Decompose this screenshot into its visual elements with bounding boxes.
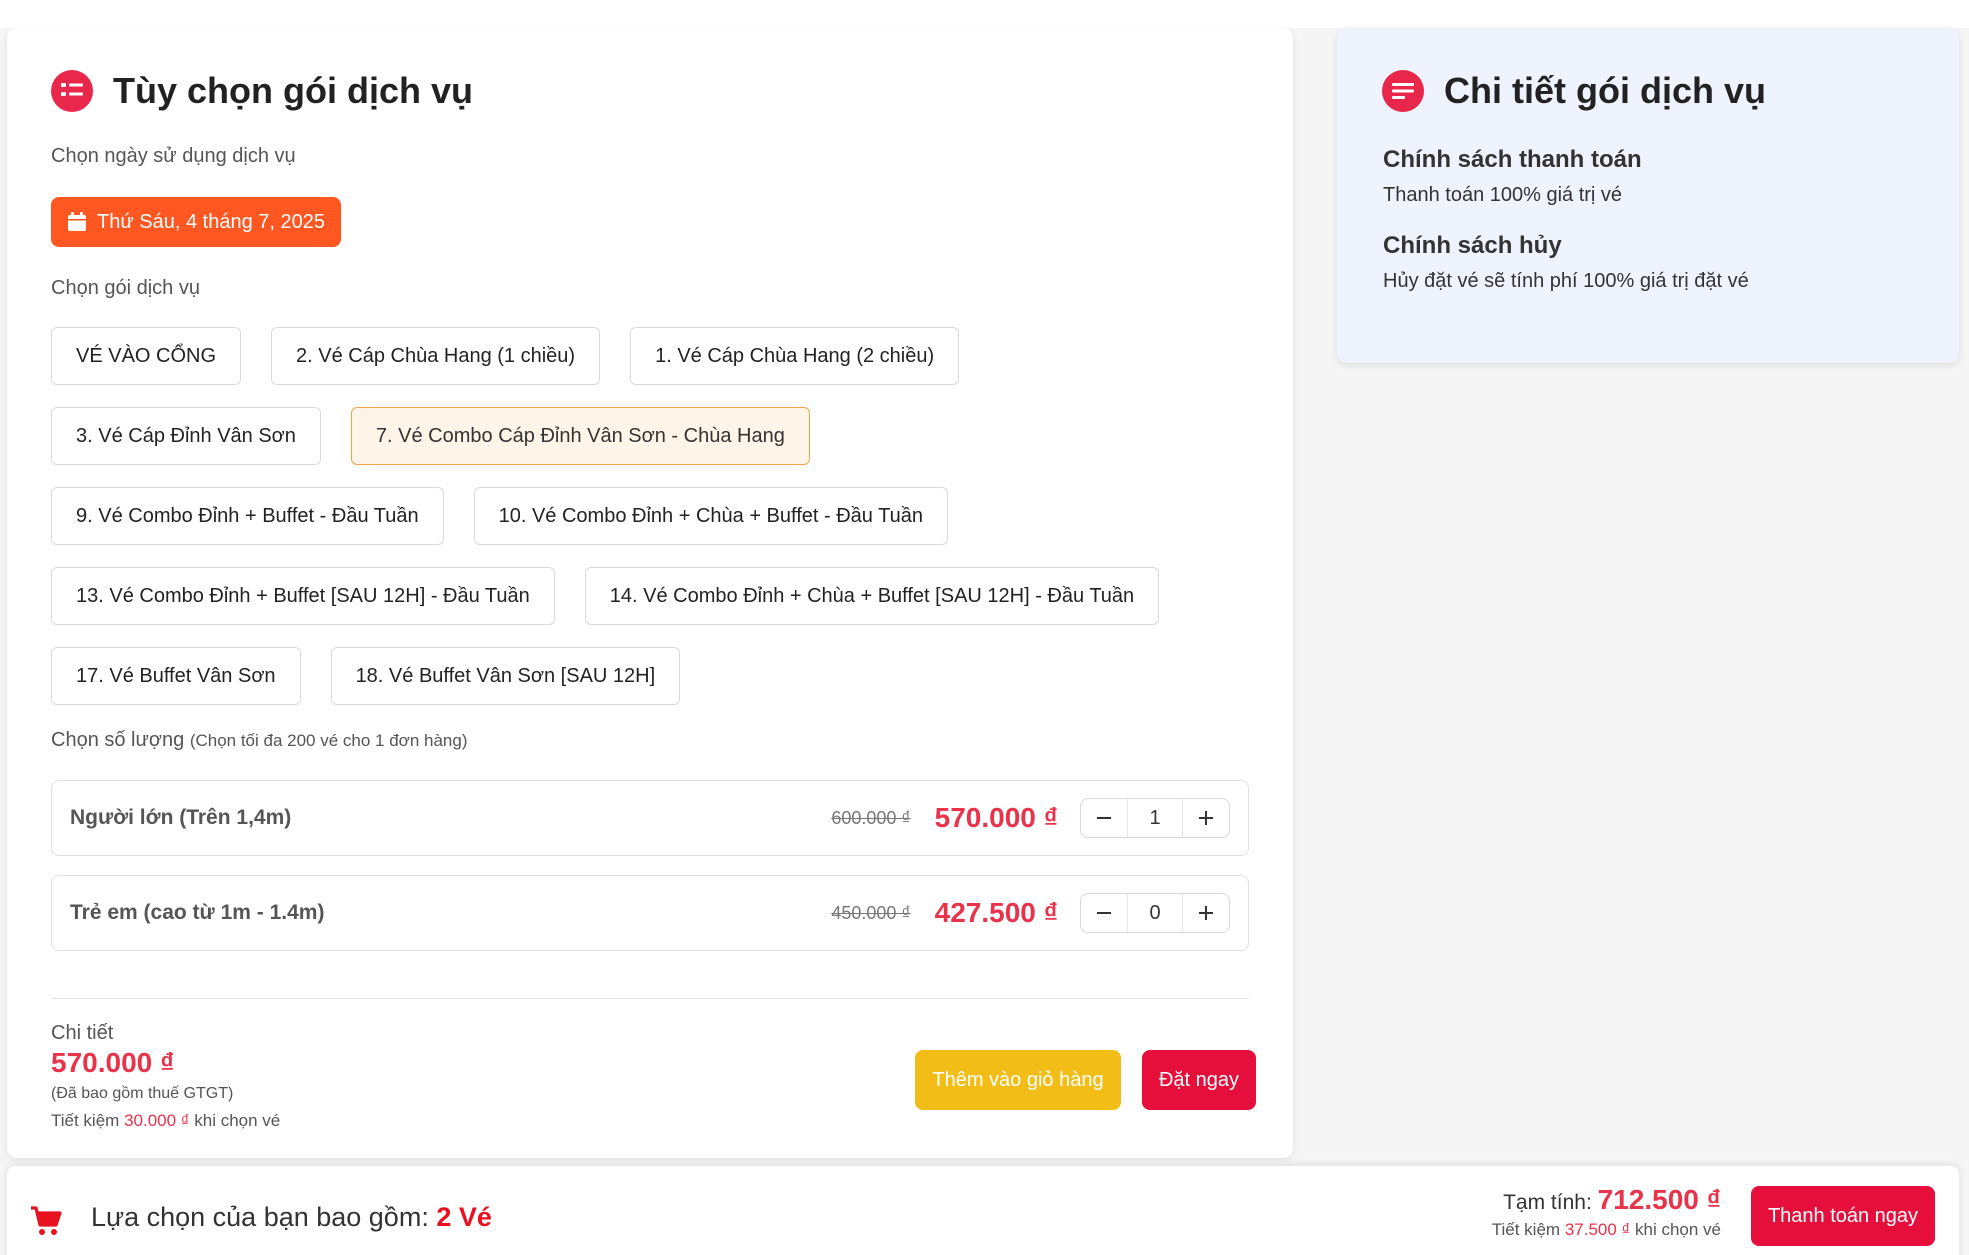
details-title: Chi tiết gói dịch vụ <box>1444 70 1766 111</box>
discount-price: 427.500 ₫ <box>934 897 1058 928</box>
quantity-label: Chọn số lượng (Chọn tối đa 200 vé cho 1 … <box>51 729 467 752</box>
package-option[interactable]: VÉ VÀO CỔNG <box>51 327 242 385</box>
cancel-policy-text: Hủy đặt vé sẽ tính phí 100% giá trị đặt … <box>1383 270 1749 292</box>
savings-note: Tiết kiệm 30.000 ₫ khi chọn vé <box>51 1111 281 1130</box>
subtotal-label: Tạm tính: <box>1503 1191 1592 1214</box>
selection-count: 2 Vé <box>436 1202 492 1232</box>
date-label: Chọn ngày sử dụng dịch vụ <box>51 145 296 167</box>
subtotal-value: 712.500 ₫ <box>1597 1184 1721 1215</box>
package-option[interactable]: 1. Vé Cáp Chùa Hang (2 chiều) <box>630 327 960 385</box>
plus-icon[interactable] <box>1183 799 1229 837</box>
checkout-bar: Lựa chọn của bạn bao gồm: 2 Vé Tạm tính:… <box>7 1166 1959 1255</box>
savings-amount: 30.000 ₫ <box>124 1111 190 1130</box>
quantity-hint: (Chọn tối đa 200 vé cho 1 đơn hàng) <box>189 731 468 750</box>
package-option[interactable]: 13. Vé Combo Đỉnh + Buffet [SAU 12H] - Đ… <box>51 567 555 625</box>
package-option[interactable]: 14. Vé Combo Đỉnh + Chùa + Buffet [SAU 1… <box>584 567 1160 625</box>
package-label: Chọn gói dịch vụ <box>51 277 200 299</box>
ticket-type-label: Trẻ em (cao từ 1m - 1.4m) <box>70 901 325 924</box>
cart-icon <box>29 1205 63 1242</box>
minus-icon[interactable] <box>1081 894 1127 932</box>
subtotal-block: Tạm tính: 712.500 ₫ Tiết kiệm 37.500 ₫ k… <box>1492 1184 1721 1240</box>
options-header: Tùy chọn gói dịch vụ <box>51 70 473 112</box>
subtotal-savings: Tiết kiệm 37.500 ₫ khi chọn vé <box>1491 1220 1721 1239</box>
quantity-stepper: 1 <box>1080 798 1230 838</box>
pay-now-button[interactable]: Thanh toán ngay <box>1751 1186 1935 1246</box>
calendar-icon <box>68 212 86 231</box>
plus-icon[interactable] <box>1183 894 1229 932</box>
details-header: Chi tiết gói dịch vụ <box>1382 70 1766 112</box>
package-option[interactable]: 3. Vé Cáp Đỉnh Vân Sơn <box>51 407 321 465</box>
package-option[interactable]: 9. Vé Combo Đỉnh + Buffet - Đầu Tuần <box>51 487 444 545</box>
payment-policy-title: Chính sách thanh toán <box>1383 146 1642 173</box>
service-options-card: Tùy chọn gói dịch vụ Chọn ngày sử dụng d… <box>7 28 1293 1158</box>
notes-icon <box>1382 70 1424 112</box>
ticket-type-label: Người lớn (Trên 1,4m) <box>70 806 292 829</box>
detail-label: Chi tiết <box>51 1022 114 1044</box>
cancel-policy-title: Chính sách hủy <box>1383 232 1562 259</box>
book-now-button[interactable]: Đặt ngay <box>1142 1050 1256 1110</box>
date-value: Thứ Sáu, 4 tháng 7, 2025 <box>97 210 325 233</box>
package-option-selected[interactable]: 7. Vé Combo Cáp Đỉnh Vân Sơn - Chùa Hang <box>350 407 810 465</box>
package-option[interactable]: 18. Vé Buffet Vân Sơn [SAU 12H] <box>330 647 681 705</box>
quantity-label-text: Chọn số lượng <box>51 729 185 751</box>
selection-summary: Lựa chọn của bạn bao gồm: 2 Vé <box>91 1202 492 1232</box>
ticket-row-adult: Người lớn (Trên 1,4m) 600.000 ₫ 570.000 … <box>51 780 1249 856</box>
add-to-cart-button[interactable]: Thêm vào giỏ hàng <box>915 1050 1121 1110</box>
quantity-value[interactable]: 1 <box>1127 799 1183 837</box>
service-details-card: Chi tiết gói dịch vụ Chính sách thanh to… <box>1337 28 1959 363</box>
package-option[interactable]: 10. Vé Combo Đỉnh + Chùa + Buffet - Đầu … <box>473 487 948 545</box>
discount-price: 570.000 ₫ <box>934 802 1058 833</box>
list-icon <box>51 70 93 112</box>
package-option[interactable]: 2. Vé Cáp Chùa Hang (1 chiều) <box>271 327 601 385</box>
date-picker-button[interactable]: Thứ Sáu, 4 tháng 7, 2025 <box>51 197 341 247</box>
quantity-stepper: 0 <box>1080 893 1230 933</box>
original-price: 600.000 ₫ <box>831 807 911 828</box>
ticket-row-child: Trẻ em (cao từ 1m - 1.4m) 450.000 ₫ 427.… <box>51 875 1249 951</box>
original-price: 450.000 ₫ <box>831 902 911 923</box>
options-title: Tùy chọn gói dịch vụ <box>113 70 473 111</box>
divider <box>51 998 1249 999</box>
package-grid: VÉ VÀO CỔNG 2. Vé Cáp Chùa Hang (1 chiều… <box>51 327 1251 727</box>
package-option[interactable]: 17. Vé Buffet Vân Sơn <box>51 647 301 705</box>
top-strip <box>0 0 1969 28</box>
vat-note: (Đã bao gồm thuế GTGT) <box>51 1085 234 1102</box>
order-summary: Chi tiết 570.000 ₫ (Đã bao gồm thuế GTGT… <box>51 1022 280 1131</box>
minus-icon[interactable] <box>1081 799 1127 837</box>
payment-policy-text: Thanh toán 100% giá trị vé <box>1383 184 1623 206</box>
quantity-value[interactable]: 0 <box>1127 894 1183 932</box>
detail-total: 570.000 ₫ <box>51 1047 175 1078</box>
